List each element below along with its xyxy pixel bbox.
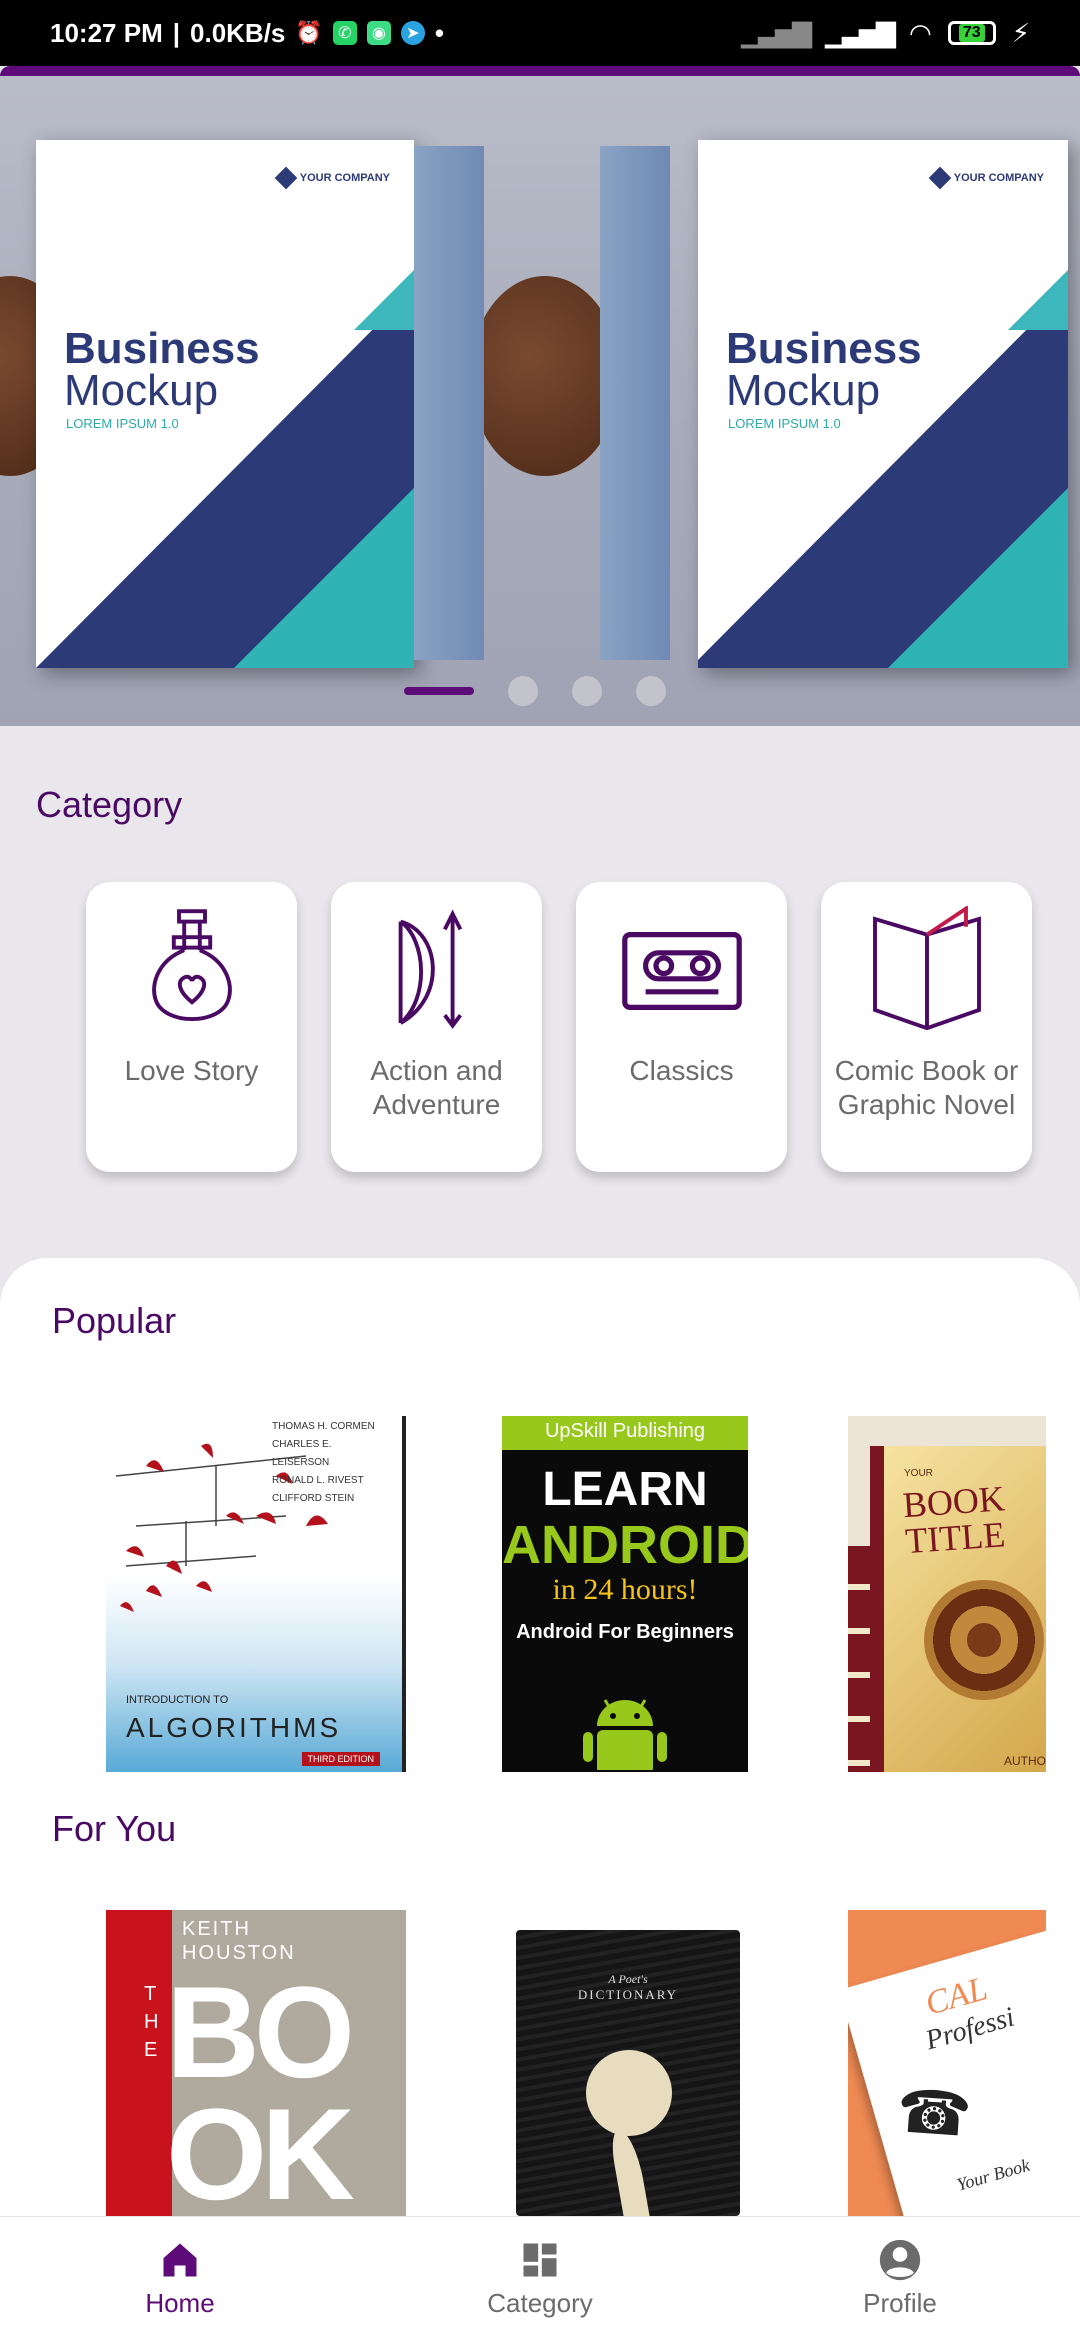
status-time: 10:27 PM <box>50 17 163 48</box>
book-small-label: YOUR <box>904 1468 933 1479</box>
category-label: Comic Book or Graphic Novel <box>834 1055 1019 1120</box>
category-card-comic-graphic[interactable]: Comic Book or Graphic Novel <box>821 882 1032 1172</box>
book-title-bottom: OK <box>166 2081 355 2216</box>
nav-home[interactable]: Home <box>0 2217 360 2340</box>
category-label: Action and Adventure <box>370 1055 503 1120</box>
book-title: ALGORITHMS <box>126 1712 342 1743</box>
cassette-icon <box>621 932 742 1010</box>
dashboard-icon <box>523 2243 557 2277</box>
banner-book-subtitle: LOREM IPSUM 1.0 <box>66 416 179 431</box>
book-author: THOMAS H. CORMEN <box>272 1421 375 1432</box>
charging-icon: ⚡ <box>1011 17 1030 48</box>
river-illustration <box>608 2130 650 2216</box>
book-title-top: BO <box>166 1959 355 2105</box>
banner-book-brand: YOUR COMPANY <box>299 172 390 184</box>
book-publisher: UpSkill Publishing <box>502 1416 748 1450</box>
carousel-dot[interactable] <box>636 676 666 706</box>
battery-icon: 73 <box>947 21 996 45</box>
book-cover-professional[interactable]: CAL Professi ☎ Your Book <box>848 1910 1046 2216</box>
signal-icon: ▁▃▅▇ <box>741 17 812 48</box>
android-notification-icon: ◉ <box>366 21 391 45</box>
wood-decoration <box>470 276 620 476</box>
book-title-line1: LEARN <box>542 1463 708 1516</box>
status-bar: 10:27 PM | 0.0KB/s ⏰ ✆ ◉ ➤ • ▁▃▅▇ ▁▃▅▇ ◠… <box>0 0 1080 66</box>
carousel-dot[interactable] <box>508 676 538 706</box>
books-sheet: Popular THOMAS H. CORMEN CHARLES E. LEIS… <box>0 1258 1080 2340</box>
banner-book-title-2: Mockup <box>64 366 219 415</box>
book-cover-learn-android[interactable]: UpSkill Publishing LEARN ANDROID in 24 h… <box>502 1416 748 1772</box>
status-separator: | <box>172 17 181 48</box>
book-author: CLIFFORD STEIN <box>272 1493 355 1504</box>
banner-carousel[interactable]: YOUR COMPANY Business Mockup LOREM IPSUM… <box>0 76 1080 726</box>
category-list: Love Story Action and Adventure Classics… <box>86 882 1032 1172</box>
book-title-line2: ANDROID <box>502 1515 748 1575</box>
network-speed: 0.0KB/s <box>190 17 286 48</box>
nav-profile[interactable]: Profile <box>720 2217 1080 2340</box>
open-book-icon <box>872 906 981 1031</box>
wifi-icon: ◠ <box>909 17 932 48</box>
carousel-indicator <box>404 676 666 706</box>
app-bar-accent <box>0 66 1080 76</box>
android-robot-icon <box>583 1699 667 1770</box>
book-cover-the-book[interactable]: KEITH HOUSTON THE BO OK <box>106 1910 406 2216</box>
book-author: AUTHO <box>1004 1754 1046 1768</box>
telephone-icon: ☎ <box>894 2077 974 2150</box>
mandala-ornament <box>924 1580 1044 1700</box>
whatsapp-icon: ✆ <box>332 21 357 45</box>
for-you-section-title: For You <box>52 1808 177 1849</box>
carousel-dot[interactable] <box>572 676 602 706</box>
bottom-navigation: Home Category Profile <box>0 2216 1080 2340</box>
banner-book-spine <box>414 146 484 660</box>
book-author: RONALD L. RIVEST <box>272 1475 364 1486</box>
book-title-small: A Poet's <box>608 1972 648 1986</box>
popular-book-list[interactable]: THOMAS H. CORMEN CHARLES E. LEISERSON RO… <box>0 1416 1080 1772</box>
nav-category-label: Category <box>487 2288 593 2318</box>
signal-icon-2: ▁▃▅▇ <box>825 17 896 48</box>
book-cover-algorithms[interactable]: THOMAS H. CORMEN CHARLES E. LEISERSON RO… <box>106 1416 406 1772</box>
banner-book-subtitle: LOREM IPSUM 1.0 <box>728 416 841 431</box>
nav-category[interactable]: Category <box>360 2217 720 2340</box>
category-card-classics[interactable]: Classics <box>576 882 787 1172</box>
book-footer-script: Your Book <box>954 2154 1032 2195</box>
book-title: DICTIONARY <box>577 1987 679 2002</box>
category-section-title: Category <box>36 784 183 825</box>
profile-icon <box>879 2239 921 2281</box>
banner-book-cover: YOUR COMPANY Business Mockup LOREM IPSUM… <box>36 140 414 668</box>
for-you-book-list[interactable]: KEITH HOUSTON THE BO OK A Poet's DICTION… <box>0 1910 1080 2216</box>
telegram-icon: ➤ <box>400 21 425 45</box>
category-card-action-adventure[interactable]: Action and Adventure <box>331 882 542 1172</box>
nav-profile-label: Profile <box>863 2288 937 2318</box>
potion-heart-icon <box>151 909 232 1021</box>
carousel-dot-active[interactable] <box>404 687 474 695</box>
book-the-label: THE <box>144 1983 159 2061</box>
book-cover-book-title[interactable]: YOUR BOOK TITLE AUTHO <box>848 1416 1046 1772</box>
moon-illustration <box>586 2050 672 2136</box>
book-edition: THIRD EDITION <box>301 1752 380 1766</box>
banner-book-cover: YOUR COMPANY Business Mockup LOREM IPSUM… <box>698 140 1068 668</box>
banner-book-title-2: Mockup <box>726 366 881 415</box>
home-icon <box>163 2243 197 2277</box>
popular-section-title: Popular <box>52 1300 177 1341</box>
category-card-love-story[interactable]: Love Story <box>86 882 297 1172</box>
book-title-line3: in 24 hours! <box>552 1573 698 1606</box>
book-title: BOOK TITLE <box>901 1478 1007 1562</box>
nav-home-label: Home <box>145 2288 215 2318</box>
book-author-first: KEITH <box>182 1918 251 1940</box>
book-author: CHARLES E. LEISERSON <box>272 1439 332 1468</box>
book-subtitle: Android For Beginners <box>516 1621 734 1643</box>
category-label: Classics <box>629 1055 734 1086</box>
more-notifications-icon: • <box>434 17 444 48</box>
category-label: Love Story <box>124 1055 259 1086</box>
bow-arrow-icon <box>398 909 462 1029</box>
book-intro: INTRODUCTION TO <box>126 1694 229 1706</box>
banner-book-brand: YOUR COMPANY <box>953 172 1044 184</box>
book-cover-poets-dictionary[interactable]: A Poet's DICTIONARY <box>516 1930 740 2216</box>
alarm-icon: ⏰ <box>295 20 323 45</box>
banner-book-spine <box>600 146 670 660</box>
